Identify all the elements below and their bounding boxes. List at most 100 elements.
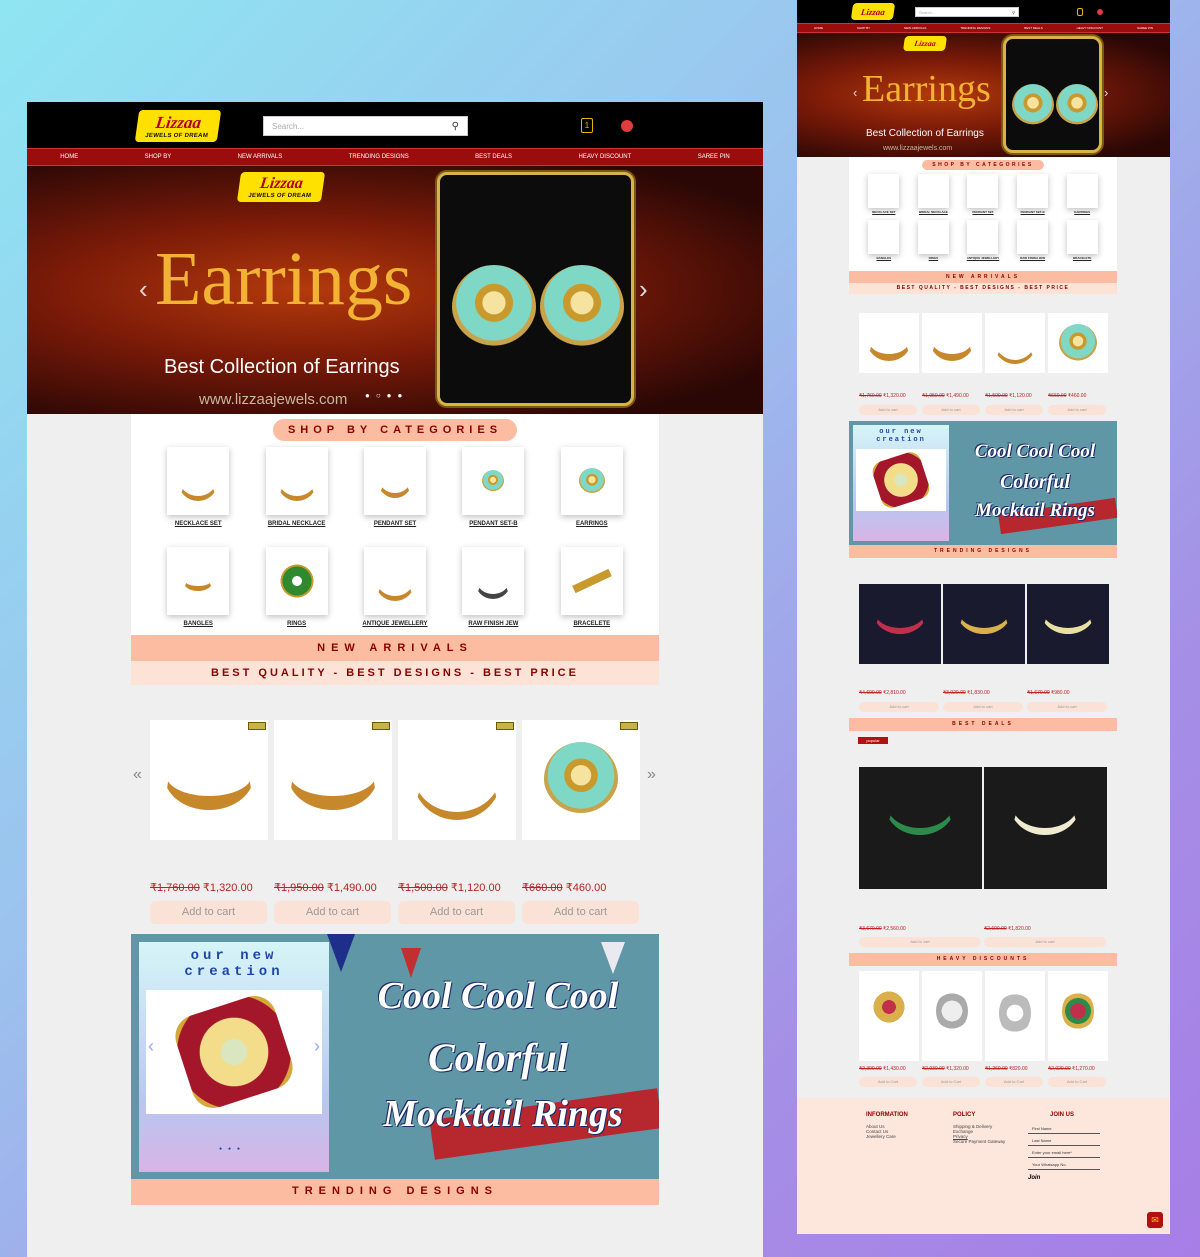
ring-image[interactable]: ‹ › — [146, 990, 322, 1114]
mini-add-to-cart[interactable]: Add to Cart — [1048, 1077, 1106, 1087]
products-prev-arrow[interactable]: « — [133, 766, 142, 784]
nav-shop-by[interactable]: SHOP BY — [857, 26, 870, 30]
mini-search-input[interactable]: Search... ⚲ — [915, 7, 1019, 17]
nav-shop-by[interactable]: SHOP BY — [145, 154, 172, 160]
hero-prev-arrow[interactable]: ‹ — [139, 274, 148, 305]
mini-trending-product[interactable] — [943, 584, 1025, 664]
mini-cat[interactable]: BRIDAL NECKLACE — [909, 174, 959, 214]
category-necklace-set[interactable]: NECKLACE SET — [149, 447, 247, 527]
mini-product[interactable] — [1048, 313, 1108, 373]
mini-add-to-cart[interactable]: Add to cart — [984, 937, 1106, 947]
category-rings[interactable]: RINGS — [247, 547, 345, 627]
hero-next-arrow[interactable]: › — [639, 274, 648, 305]
nav-home[interactable]: HOME — [60, 154, 78, 160]
mini-trending-product[interactable] — [859, 584, 941, 664]
category-bracelete[interactable]: BRACELETE — [543, 547, 641, 627]
add-to-cart-button[interactable]: Add to cart — [398, 901, 515, 924]
nav-best-deals[interactable]: BEST DEALS — [1024, 26, 1042, 30]
mini-deal-product[interactable] — [984, 767, 1107, 889]
first-name-input[interactable]: First Name — [1028, 1124, 1100, 1134]
mini-cat[interactable]: BANGLES — [859, 220, 909, 260]
mini-trending-product[interactable] — [1027, 584, 1109, 664]
mini-brand-logo[interactable]: Lizzaa — [850, 3, 896, 20]
nav-home[interactable]: HOME — [814, 26, 823, 30]
mini-add-to-cart[interactable]: Add to cart — [1048, 405, 1106, 415]
mini-discount-product[interactable] — [859, 971, 919, 1061]
mini-add-to-cart[interactable]: Add to cart — [943, 702, 1023, 712]
products-next-arrow[interactable]: » — [647, 766, 656, 784]
mini-add-to-cart[interactable]: Add to cart — [985, 405, 1043, 415]
category-earrings[interactable]: EARRINGS — [543, 447, 641, 527]
mini-discount-product[interactable] — [1048, 971, 1108, 1061]
ring-image[interactable] — [856, 449, 946, 511]
search-icon[interactable]: ⚲ — [1012, 10, 1015, 15]
footer-link[interactable]: Jewellery Care — [866, 1134, 908, 1139]
nav-trending-designs[interactable]: TRENDING DESIGNS — [960, 26, 990, 30]
product-card-image[interactable] — [274, 720, 392, 840]
nav-heavy-discount[interactable]: HEAVY DISCOUNT — [578, 154, 631, 160]
footer-link[interactable]: Secure Payment Gateway — [953, 1139, 1005, 1144]
mini-cat[interactable]: ANTIQUE JEWELLERY — [958, 220, 1008, 260]
mini-cart-icon[interactable] — [1077, 8, 1083, 16]
mini-add-to-cart[interactable]: Add to Cart — [985, 1077, 1043, 1087]
mini-add-to-cart[interactable]: Add to cart — [859, 405, 917, 415]
mini-add-to-cart[interactable]: Add to cart — [859, 937, 981, 947]
add-to-cart-button[interactable]: Add to cart — [274, 901, 391, 924]
category-raw-finish[interactable]: RAW FINISH JEW — [444, 547, 542, 627]
nav-trending-designs[interactable]: TRENDING DESIGNS — [349, 154, 409, 160]
mini-deal-product[interactable] — [859, 767, 982, 889]
mini-add-to-cart[interactable]: Add to cart — [1027, 702, 1107, 712]
nav-best-deals[interactable]: BEST DEALS — [475, 154, 512, 160]
category-pendant-set[interactable]: PENDANT SET — [346, 447, 444, 527]
mini-hero-next[interactable]: › — [1104, 85, 1108, 100]
last-name-input[interactable]: Last Name — [1028, 1134, 1100, 1146]
mini-add-to-cart[interactable]: Add to Cart — [859, 1077, 917, 1087]
mini-cat[interactable]: PENDANT SET-B — [1008, 174, 1058, 214]
search-input[interactable]: Search... ⚲ — [263, 116, 468, 136]
search-icon[interactable]: ⚲ — [452, 121, 459, 132]
category-bangles[interactable]: BANGLES — [149, 547, 247, 627]
add-to-cart-button[interactable]: Add to cart — [522, 901, 639, 924]
product-card-image[interactable] — [150, 720, 268, 840]
mini-product[interactable] — [985, 313, 1045, 373]
mini-add-to-cart[interactable]: Add to cart — [859, 702, 939, 712]
nav-saree-pin[interactable]: SAREE PIN — [698, 154, 730, 160]
nav-heavy-discount[interactable]: HEAVY DISCOUNT — [1077, 26, 1103, 30]
mini-product[interactable] — [859, 313, 919, 373]
mini-cat[interactable]: RAW FINISH JEW — [1008, 220, 1058, 260]
add-to-cart-button[interactable]: Add to cart — [150, 901, 267, 924]
hero-pagination-dots[interactable]: ●○●● — [365, 391, 408, 400]
mini-discount-product[interactable] — [985, 971, 1045, 1061]
card-prev-arrow[interactable]: ‹ — [148, 1036, 154, 1057]
user-icon[interactable] — [621, 120, 633, 132]
cart-icon[interactable]: 1 — [581, 118, 593, 133]
product-card-image[interactable] — [398, 720, 516, 840]
card-dots[interactable]: ●●● — [219, 1146, 246, 1152]
mini-product[interactable] — [922, 313, 982, 373]
popular-tag[interactable]: popular — [858, 737, 888, 744]
mini-add-to-cart[interactable]: Add to Cart — [922, 1077, 980, 1087]
category-bridal-necklace[interactable]: BRIDAL NECKLACE — [247, 447, 345, 527]
mini-hero-prev[interactable]: ‹ — [853, 85, 857, 100]
mini-user-icon[interactable] — [1097, 9, 1103, 15]
nav-new-arrivals[interactable]: NEW ARRIVALS — [238, 154, 283, 160]
nav-new-arrivals[interactable]: NEW ARRIVALS — [904, 26, 926, 30]
mini-add-to-cart[interactable]: Add to cart — [922, 405, 980, 415]
join-button[interactable]: Join — [1028, 1175, 1100, 1181]
product-card-image[interactable] — [522, 720, 640, 840]
mini-discount-product[interactable] — [922, 971, 982, 1061]
mini-cat[interactable]: EARRINGS — [1057, 174, 1107, 214]
whatsapp-input[interactable]: Your Whatsapp No. — [1028, 1158, 1100, 1170]
mini-cat[interactable]: NECKLACE SET — [859, 174, 909, 214]
brand-logo[interactable]: Lizzaa JEWELS OF DREAM — [134, 110, 222, 142]
mini-cat[interactable]: RINGS — [909, 220, 959, 260]
category-pendant-set-b[interactable]: PENDANT SET-B — [444, 447, 542, 527]
mini-cat[interactable]: BRACELETE — [1057, 220, 1107, 260]
nav-saree-pin[interactable]: SAREE PIN — [1137, 26, 1153, 30]
mini-cat[interactable]: PENDANT SET — [958, 174, 1008, 214]
card-next-arrow[interactable]: › — [314, 1036, 320, 1057]
chat-icon[interactable]: ✉ — [1147, 1212, 1163, 1228]
category-antique-jewellery[interactable]: ANTIQUE JEWELLERY — [346, 547, 444, 627]
email-input[interactable]: Enter your email here* — [1028, 1146, 1100, 1158]
category-label: BANGLES — [183, 621, 213, 627]
